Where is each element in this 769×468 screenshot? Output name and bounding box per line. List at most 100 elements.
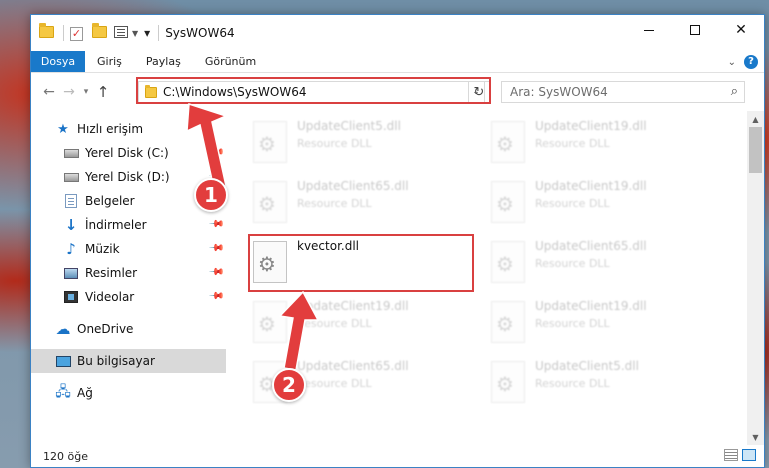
help-icon[interactable]: ? <box>744 55 758 69</box>
file-name: UpdateClient65.dll <box>535 239 647 253</box>
details-view-icon[interactable] <box>724 449 738 461</box>
status-bar: 120 öğe <box>31 445 764 467</box>
title-bar: ✓ ▼ ▾ SysWOW64 ✕ <box>31 15 764 51</box>
file-name: UpdateClient5.dll <box>535 359 639 373</box>
file-name: UpdateClient19.dll <box>535 179 647 193</box>
file-tile-kvector[interactable]: kvector.dll <box>241 235 461 293</box>
sidebar-item-network[interactable]: 🖧 Ağ <box>31 381 226 405</box>
file-type: Resource DLL <box>297 317 372 330</box>
dll-file-icon <box>491 241 525 283</box>
item-count: 120 öğe <box>43 449 88 463</box>
dll-file-icon <box>253 121 287 163</box>
sidebar-item-music[interactable]: ♪ Müzik 📌 <box>31 237 226 261</box>
file-list: UpdateClient5.dll Resource DLL UpdateClie… <box>241 111 747 445</box>
file-tile[interactable]: UpdateClient5.dll Resource DLL <box>241 115 461 173</box>
pin-icon[interactable]: 📌 <box>207 264 224 281</box>
file-name: UpdateClient19.dll <box>297 299 409 313</box>
sidebar-item-onedrive[interactable]: ☁ OneDrive <box>31 317 226 341</box>
sidebar-item-label: OneDrive <box>77 322 134 336</box>
customize-quick-access-icon[interactable]: ▾ <box>144 26 150 40</box>
tab-file[interactable]: Dosya <box>31 51 85 72</box>
sidebar-item-downloads[interactable]: ↓ İndirmeler 📌 <box>31 213 226 237</box>
search-input[interactable]: Ara: SysWOW64 ⌕ <box>501 81 745 103</box>
quick-access-separator <box>63 25 64 41</box>
computer-icon <box>55 354 71 368</box>
search-icon: ⌕ <box>730 84 738 99</box>
file-type: Resource DLL <box>297 377 372 390</box>
expand-ribbon-icon[interactable]: ⌄ <box>728 57 736 68</box>
file-tile[interactable]: UpdateClient19.dll Resource DLL <box>479 295 699 353</box>
documents-icon <box>63 194 79 208</box>
file-tile[interactable]: UpdateClient19.dll Resource DLL <box>479 175 699 233</box>
maximize-button[interactable] <box>672 15 718 45</box>
title-separator <box>158 25 160 41</box>
scrollbar-thumb[interactable] <box>749 127 762 173</box>
properties-icon[interactable] <box>114 26 130 40</box>
file-name: UpdateClient5.dll <box>297 119 401 133</box>
scroll-down-icon[interactable]: ▼ <box>747 429 764 445</box>
pictures-icon <box>63 266 79 280</box>
folder-icon <box>39 23 55 40</box>
file-explorer-window: ✓ ▼ ▾ SysWOW64 ✕ Dosya Giriş Paylaş Görü… <box>30 14 765 468</box>
checkmark-icon[interactable]: ✓ <box>70 26 86 41</box>
step-badge-2: 2 <box>272 368 306 402</box>
file-name: UpdateClient19.dll <box>535 299 647 313</box>
sidebar-item-local-disk-c[interactable]: Yerel Disk (C:) 📌 <box>31 141 226 165</box>
sidebar-item-quick-access[interactable]: ★ Hızlı erişim <box>31 117 226 141</box>
address-bar[interactable]: C:\Windows\SysWOW64 ⌄ <box>138 81 485 103</box>
back-arrow-icon[interactable]: ← <box>39 84 59 100</box>
sidebar-item-label: Hızlı erişim <box>77 122 144 136</box>
sidebar-item-label: Resimler <box>85 266 138 280</box>
dll-file-icon <box>491 301 525 343</box>
main-area: ★ Hızlı erişim Yerel Disk (C:) 📌 Yerel D… <box>31 111 764 445</box>
window-controls: ✕ <box>626 15 764 45</box>
recent-locations-icon[interactable]: ▾ <box>79 87 93 97</box>
file-tile[interactable]: UpdateClient65.dll Resource DLL <box>479 235 699 293</box>
sidebar-item-this-pc[interactable]: Bu bilgisayar <box>31 349 226 373</box>
search-placeholder: Ara: SysWOW64 <box>510 85 608 99</box>
file-name: UpdateClient65.dll <box>297 179 409 193</box>
pin-icon[interactable]: 📌 <box>207 144 224 161</box>
file-type: Resource DLL <box>535 377 610 390</box>
up-arrow-icon[interactable]: ↑ <box>93 83 113 101</box>
vertical-scrollbar[interactable]: ▲ ▼ <box>747 111 764 445</box>
file-type: Resource DLL <box>535 317 610 330</box>
ribbon-tabs: Dosya Giriş Paylaş Görünüm ⌄ ? <box>31 51 764 73</box>
sidebar-item-label: Ağ <box>77 386 93 400</box>
sidebar-item-label: Videolar <box>85 290 135 304</box>
dll-file-icon <box>491 361 525 403</box>
dll-file-icon <box>253 241 287 283</box>
file-tile[interactable]: UpdateClient65.dll Resource DLL <box>241 175 461 233</box>
quick-access-dropdown-icon[interactable]: ▼ <box>132 29 138 38</box>
pin-icon[interactable]: 📌 <box>207 288 224 305</box>
tab-view[interactable]: Görünüm <box>193 51 268 72</box>
cloud-icon: ☁ <box>55 320 71 338</box>
minimize-button[interactable] <box>626 15 672 45</box>
new-folder-icon[interactable] <box>92 23 108 40</box>
pin-icon[interactable]: 📌 <box>207 240 224 257</box>
forward-arrow-icon[interactable]: → <box>59 84 79 100</box>
tab-home[interactable]: Giriş <box>85 51 134 72</box>
large-icons-view-icon[interactable] <box>742 449 756 461</box>
address-path[interactable]: C:\Windows\SysWOW64 <box>163 85 468 99</box>
sidebar-item-videos[interactable]: Videolar 📌 <box>31 285 226 309</box>
dll-file-icon <box>491 121 525 163</box>
sidebar-item-label: Bu bilgisayar <box>77 354 155 368</box>
sidebar-item-label: İndirmeler <box>85 218 147 232</box>
maximize-icon <box>690 25 700 35</box>
refresh-button[interactable]: ↻ <box>468 81 490 103</box>
address-folder-icon <box>145 84 157 98</box>
close-button[interactable]: ✕ <box>718 15 764 45</box>
pin-icon[interactable]: 📌 <box>207 216 224 233</box>
file-tile[interactable]: UpdateClient19.dll Resource DLL <box>479 115 699 173</box>
sidebar-item-pictures[interactable]: Resimler 📌 <box>31 261 226 285</box>
file-tile[interactable]: UpdateClient5.dll Resource DLL <box>479 355 699 413</box>
tab-share[interactable]: Paylaş <box>134 51 193 72</box>
file-tile[interactable]: UpdateClient19.dll Resource DLL <box>241 295 461 353</box>
scroll-up-icon[interactable]: ▲ <box>747 111 764 127</box>
dll-file-icon <box>253 301 287 343</box>
file-name: UpdateClient19.dll <box>535 119 647 133</box>
sidebar-item-label: Belgeler <box>85 194 135 208</box>
file-type: Resource DLL <box>297 137 372 150</box>
music-icon: ♪ <box>66 240 76 258</box>
